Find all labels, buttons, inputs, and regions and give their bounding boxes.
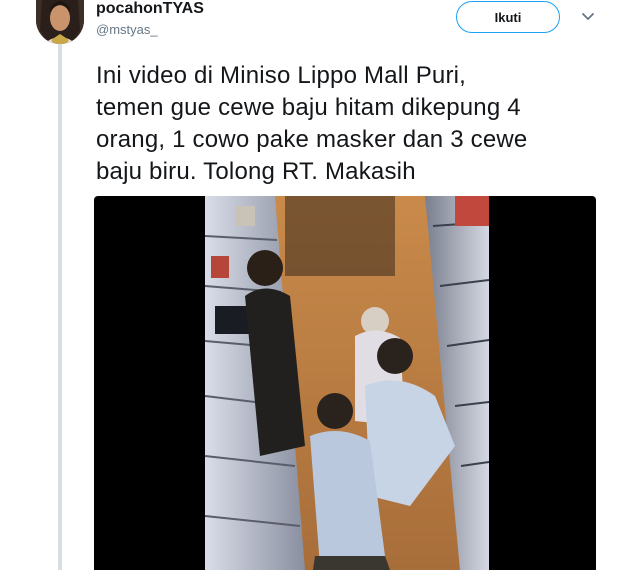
- video-frame: [205, 196, 489, 570]
- user-display-name[interactable]: pocahonTYAS: [96, 0, 204, 18]
- avatar[interactable]: [36, 0, 84, 44]
- follow-button[interactable]: Ikuti: [456, 1, 560, 33]
- video-player[interactable]: [94, 196, 596, 570]
- thread-line: [58, 44, 62, 570]
- follow-button-label: Ikuti: [494, 9, 522, 25]
- user-handle[interactable]: @mstyas_: [96, 22, 158, 37]
- tweet-text: Ini video di Miniso Lippo Mall Puri, tem…: [96, 62, 528, 185]
- avatar-image: [36, 0, 84, 44]
- chevron-down-icon[interactable]: [580, 10, 596, 24]
